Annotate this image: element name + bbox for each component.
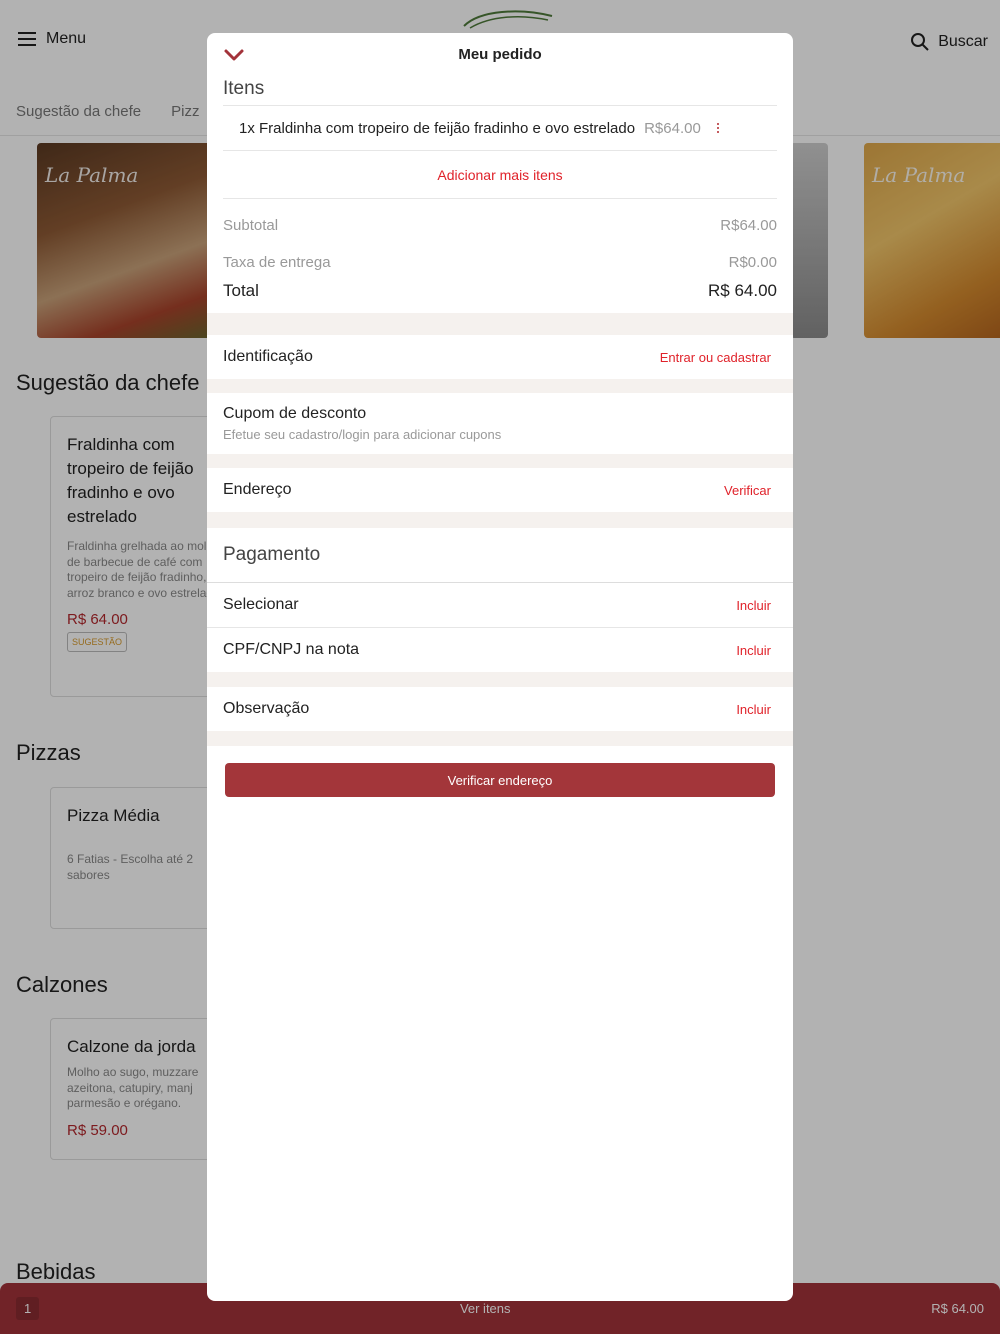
order-item-name: 1x Fraldinha com tropeiro de feijão frad… (239, 119, 636, 137)
notes-label: Observação (223, 700, 310, 717)
notes-row[interactable]: Observação Incluir (207, 687, 793, 731)
delivery-fee-value: R$0.00 (728, 254, 777, 271)
tax-id-row[interactable]: CPF/CNPJ na nota Incluir (207, 628, 793, 672)
tax-id-label: CPF/CNPJ na nota (223, 641, 360, 658)
order-item[interactable]: 1x Fraldinha com tropeiro de feijão frad… (207, 106, 793, 150)
total-value: R$ 64.00 (708, 281, 777, 300)
divider (223, 198, 777, 199)
address-row[interactable]: Endereço Verificar (207, 468, 793, 512)
identification-label: Identificação (223, 348, 313, 365)
notes-include-link[interactable]: Incluir (736, 702, 771, 717)
identification-row[interactable]: Identificação Entrar ou cadastrar (207, 335, 793, 379)
subtotal-value: R$64.00 (720, 217, 777, 234)
verify-address-link[interactable]: Verificar (724, 483, 771, 498)
modal-title: Meu pedido (458, 46, 542, 63)
tax-id-include-link[interactable]: Incluir (736, 643, 771, 658)
section-gap (207, 731, 793, 746)
login-register-link[interactable]: Entrar ou cadastrar (660, 350, 771, 365)
subtotal-row: Subtotal R$64.00 (207, 217, 793, 234)
total-row: Total R$ 64.00 (207, 281, 793, 301)
section-gap (207, 379, 793, 393)
order-item-price: R$64.00 (644, 119, 701, 137)
delivery-fee-row: Taxa de entrega R$0.00 (207, 254, 793, 271)
order-modal: Meu pedido Itens 1x Fraldinha com tropei… (207, 33, 793, 1301)
delivery-fee-label: Taxa de entrega (223, 254, 331, 271)
payment-include-link[interactable]: Incluir (736, 598, 771, 613)
items-heading: Itens (223, 78, 265, 99)
add-more-items-link[interactable]: Adicionar mais itens (207, 151, 793, 198)
coupon-row[interactable]: Cupom de desconto Efetue seu cadastro/lo… (207, 393, 793, 454)
verify-address-button[interactable]: Verificar endereço (225, 763, 775, 797)
subtotal-label: Subtotal (223, 217, 279, 234)
coupon-label: Cupom de desconto (223, 405, 367, 422)
section-gap (207, 454, 793, 468)
total-label: Total (223, 281, 259, 300)
coupon-hint: Efetue seu cadastro/login para adicionar… (223, 427, 502, 442)
payment-heading: Pagamento (223, 544, 321, 565)
section-gap (207, 672, 793, 687)
payment-select-label: Selecionar (223, 596, 299, 613)
modal-header: Meu pedido (207, 33, 793, 77)
section-gap (207, 512, 793, 528)
more-options-icon[interactable] (713, 123, 723, 133)
address-label: Endereço (223, 481, 292, 498)
section-gap (207, 313, 793, 335)
payment-select-row[interactable]: Selecionar Incluir (207, 583, 793, 627)
